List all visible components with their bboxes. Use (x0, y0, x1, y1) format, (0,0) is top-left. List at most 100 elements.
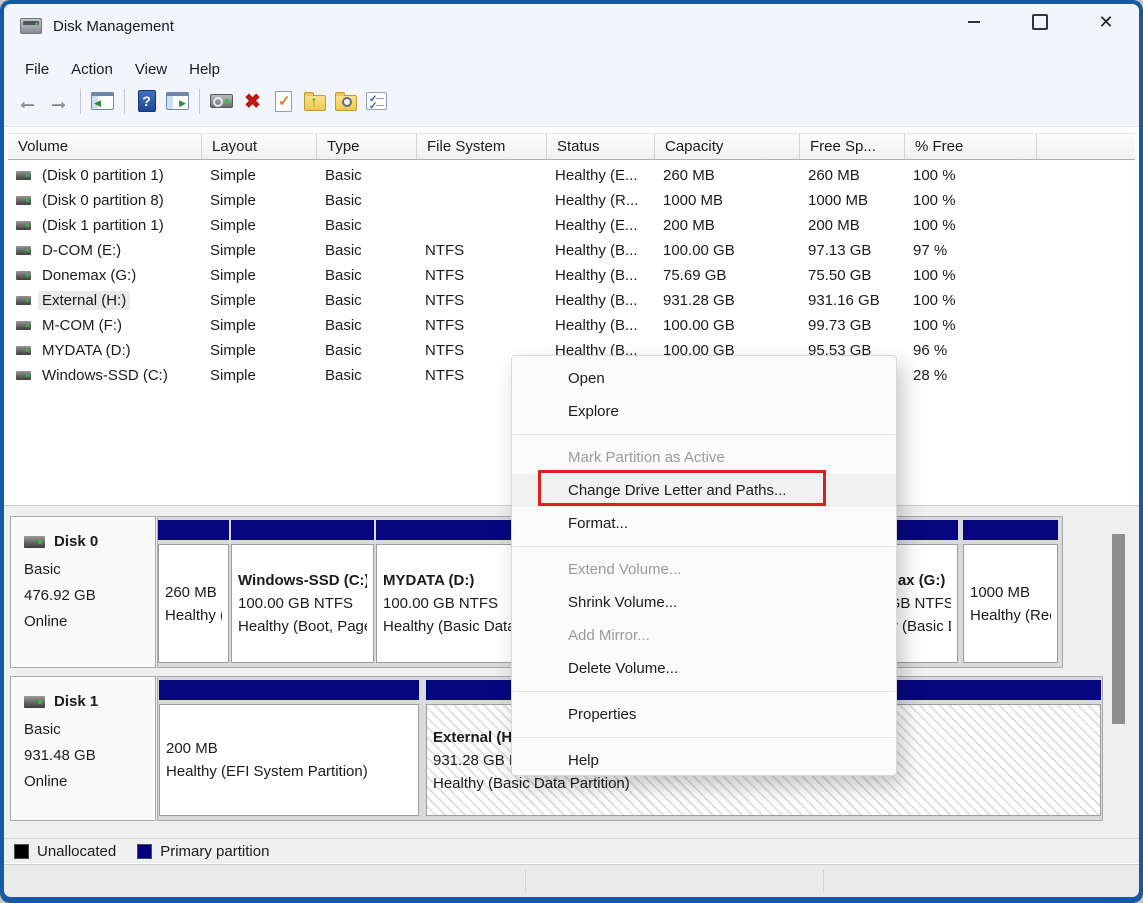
vertical-scrollbar-thumb[interactable] (1112, 534, 1125, 724)
menu-view[interactable]: View (124, 61, 178, 78)
help-button[interactable] (131, 87, 162, 115)
show-action-pane-icon (166, 92, 189, 110)
volume-icon (16, 321, 31, 330)
help-icon (138, 90, 156, 112)
menu-file[interactable]: File (14, 61, 60, 78)
table-row[interactable]: (Disk 0 partition 8)SimpleBasicHealthy (… (8, 188, 1135, 213)
open-folder-button[interactable] (299, 87, 330, 115)
disk1-info-panel[interactable]: Disk 1 Basic 931.48 GB Online (10, 676, 156, 821)
context-menu-item-format[interactable]: Format... (512, 507, 896, 540)
disk0-info-panel[interactable]: Disk 0 Basic 476.92 GB Online (10, 516, 156, 668)
legend-swatch (14, 844, 29, 859)
table-cell: Basic (317, 367, 417, 384)
table-cell: 100.00 GB (655, 317, 800, 334)
menu-action[interactable]: Action (60, 61, 124, 78)
table-cell: 100 % (905, 267, 1037, 284)
menu-help[interactable]: Help (178, 61, 231, 78)
partition-1000-mb[interactable]: 1000 MBHealthy (Recovery Partition) (963, 520, 1058, 664)
context-menu-item-add-mirror[interactable]: Add Mirror... (512, 619, 896, 652)
table-cell: 1000 MB (655, 192, 800, 209)
task-list-icon (366, 92, 387, 110)
minimize-button[interactable] (955, 6, 993, 38)
column-header-type[interactable]: Type (317, 134, 417, 159)
context-menu-item-shrink-volume[interactable]: Shrink Volume... (512, 586, 896, 619)
column-header-layout[interactable]: Layout (202, 134, 317, 159)
check-document-icon (275, 91, 292, 112)
volume-label: MYDATA (D:) (38, 341, 135, 360)
partition-200-mb[interactable]: 200 MBHealthy (EFI System Partition) (159, 680, 419, 817)
partition-status: Healthy (EFI System Partition) (166, 760, 412, 783)
legend-bar: UnallocatedPrimary partition (4, 838, 1139, 863)
volume-cell: Donemax (G:) (8, 266, 202, 285)
partition-status: Healthy (Basic Data Partition) (383, 615, 512, 638)
table-cell: Simple (202, 167, 317, 184)
volume-label: D-COM (E:) (38, 241, 125, 260)
table-row[interactable]: External (H:)SimpleBasicNTFSHealthy (B..… (8, 288, 1135, 313)
context-menu-item-delete-volume[interactable]: Delete Volume... (512, 652, 896, 685)
column-header--free[interactable]: % Free (905, 134, 1037, 159)
volume-table-header: VolumeLayoutTypeFile SystemStatusCapacit… (8, 133, 1135, 160)
table-cell: Simple (202, 342, 317, 359)
table-cell: Basic (317, 342, 417, 359)
back-button[interactable] (12, 87, 43, 115)
maximize-icon (1032, 14, 1048, 30)
close-icon: ✕ (1098, 13, 1113, 31)
show-console-tree-button[interactable] (87, 87, 118, 115)
column-header-free-sp-[interactable]: Free Sp... (800, 134, 905, 159)
partition-body: 200 MBHealthy (EFI System Partition) (159, 704, 419, 816)
menu-separator (513, 737, 895, 738)
context-menu-item-explore[interactable]: Explore (512, 395, 896, 428)
table-cell: Basic (317, 317, 417, 334)
show-action-pane-button[interactable] (162, 87, 193, 115)
explore-folder-icon (335, 95, 357, 111)
rescan-disks-button[interactable] (206, 87, 237, 115)
table-cell: Simple (202, 292, 317, 309)
disk-size: 476.92 GB (24, 583, 155, 609)
context-menu-item-help[interactable]: Help (512, 744, 896, 777)
volume-icon (16, 196, 31, 205)
table-cell: 100 % (905, 317, 1037, 334)
disk-size: 931.48 GB (24, 743, 155, 769)
table-cell: Simple (202, 217, 317, 234)
check-document-button[interactable] (268, 87, 299, 115)
status-bar (4, 864, 1139, 897)
volume-icon (16, 271, 31, 280)
volume-label: Donemax (G:) (38, 266, 140, 285)
explore-folder-button[interactable] (330, 87, 361, 115)
minimize-icon (968, 21, 980, 23)
task-list-button[interactable] (361, 87, 392, 115)
disk-type: Basic (24, 557, 155, 583)
partition-260-mb[interactable]: 260 MBHealthy (EFI System Partition) (158, 520, 229, 664)
context-menu-item-properties[interactable]: Properties (512, 698, 896, 731)
context-menu-item-open[interactable]: Open (512, 362, 896, 395)
close-button[interactable]: ✕ (1087, 6, 1125, 38)
table-row[interactable]: M-COM (F:)SimpleBasicNTFSHealthy (B...10… (8, 313, 1135, 338)
maximize-button[interactable] (1021, 6, 1059, 38)
partition-windows-ssd[interactable]: Windows-SSD (C:)100.00 GB NTFSHealthy (B… (231, 520, 374, 664)
forward-icon (48, 88, 70, 114)
table-row[interactable]: (Disk 1 partition 1)SimpleBasicHealthy (… (8, 213, 1135, 238)
column-header-volume[interactable]: Volume (8, 134, 202, 159)
delete-button[interactable] (237, 87, 268, 115)
table-cell: 96 % (905, 342, 1037, 359)
menu-separator (513, 434, 895, 435)
column-header-status[interactable]: Status (547, 134, 655, 159)
table-cell: Basic (317, 217, 417, 234)
table-row[interactable]: Donemax (G:)SimpleBasicNTFSHealthy (B...… (8, 263, 1135, 288)
volume-icon (16, 171, 31, 180)
primary-partition-color-bar (159, 680, 419, 700)
disk-status: Online (24, 769, 155, 795)
table-row[interactable]: D-COM (E:)SimpleBasicNTFSHealthy (B...10… (8, 238, 1135, 263)
table-cell: 931.16 GB (800, 292, 905, 309)
volume-icon (16, 296, 31, 305)
column-header-capacity[interactable]: Capacity (655, 134, 800, 159)
table-row[interactable]: (Disk 0 partition 1)SimpleBasicHealthy (… (8, 163, 1135, 188)
partition-mydata[interactable]: MYDATA (D:)100.00 GB NTFSHealthy (Basic … (376, 520, 519, 664)
column-header-file-system[interactable]: File System (417, 134, 547, 159)
partition-body: 260 MBHealthy (EFI System Partition) (158, 544, 229, 663)
partition-body: Windows-SSD (C:)100.00 GB NTFSHealthy (B… (231, 544, 374, 663)
context-menu-item-extend-volume[interactable]: Extend Volume... (512, 553, 896, 586)
menu-separator (513, 546, 895, 547)
show-console-tree-icon (91, 92, 114, 110)
forward-button[interactable] (43, 87, 74, 115)
